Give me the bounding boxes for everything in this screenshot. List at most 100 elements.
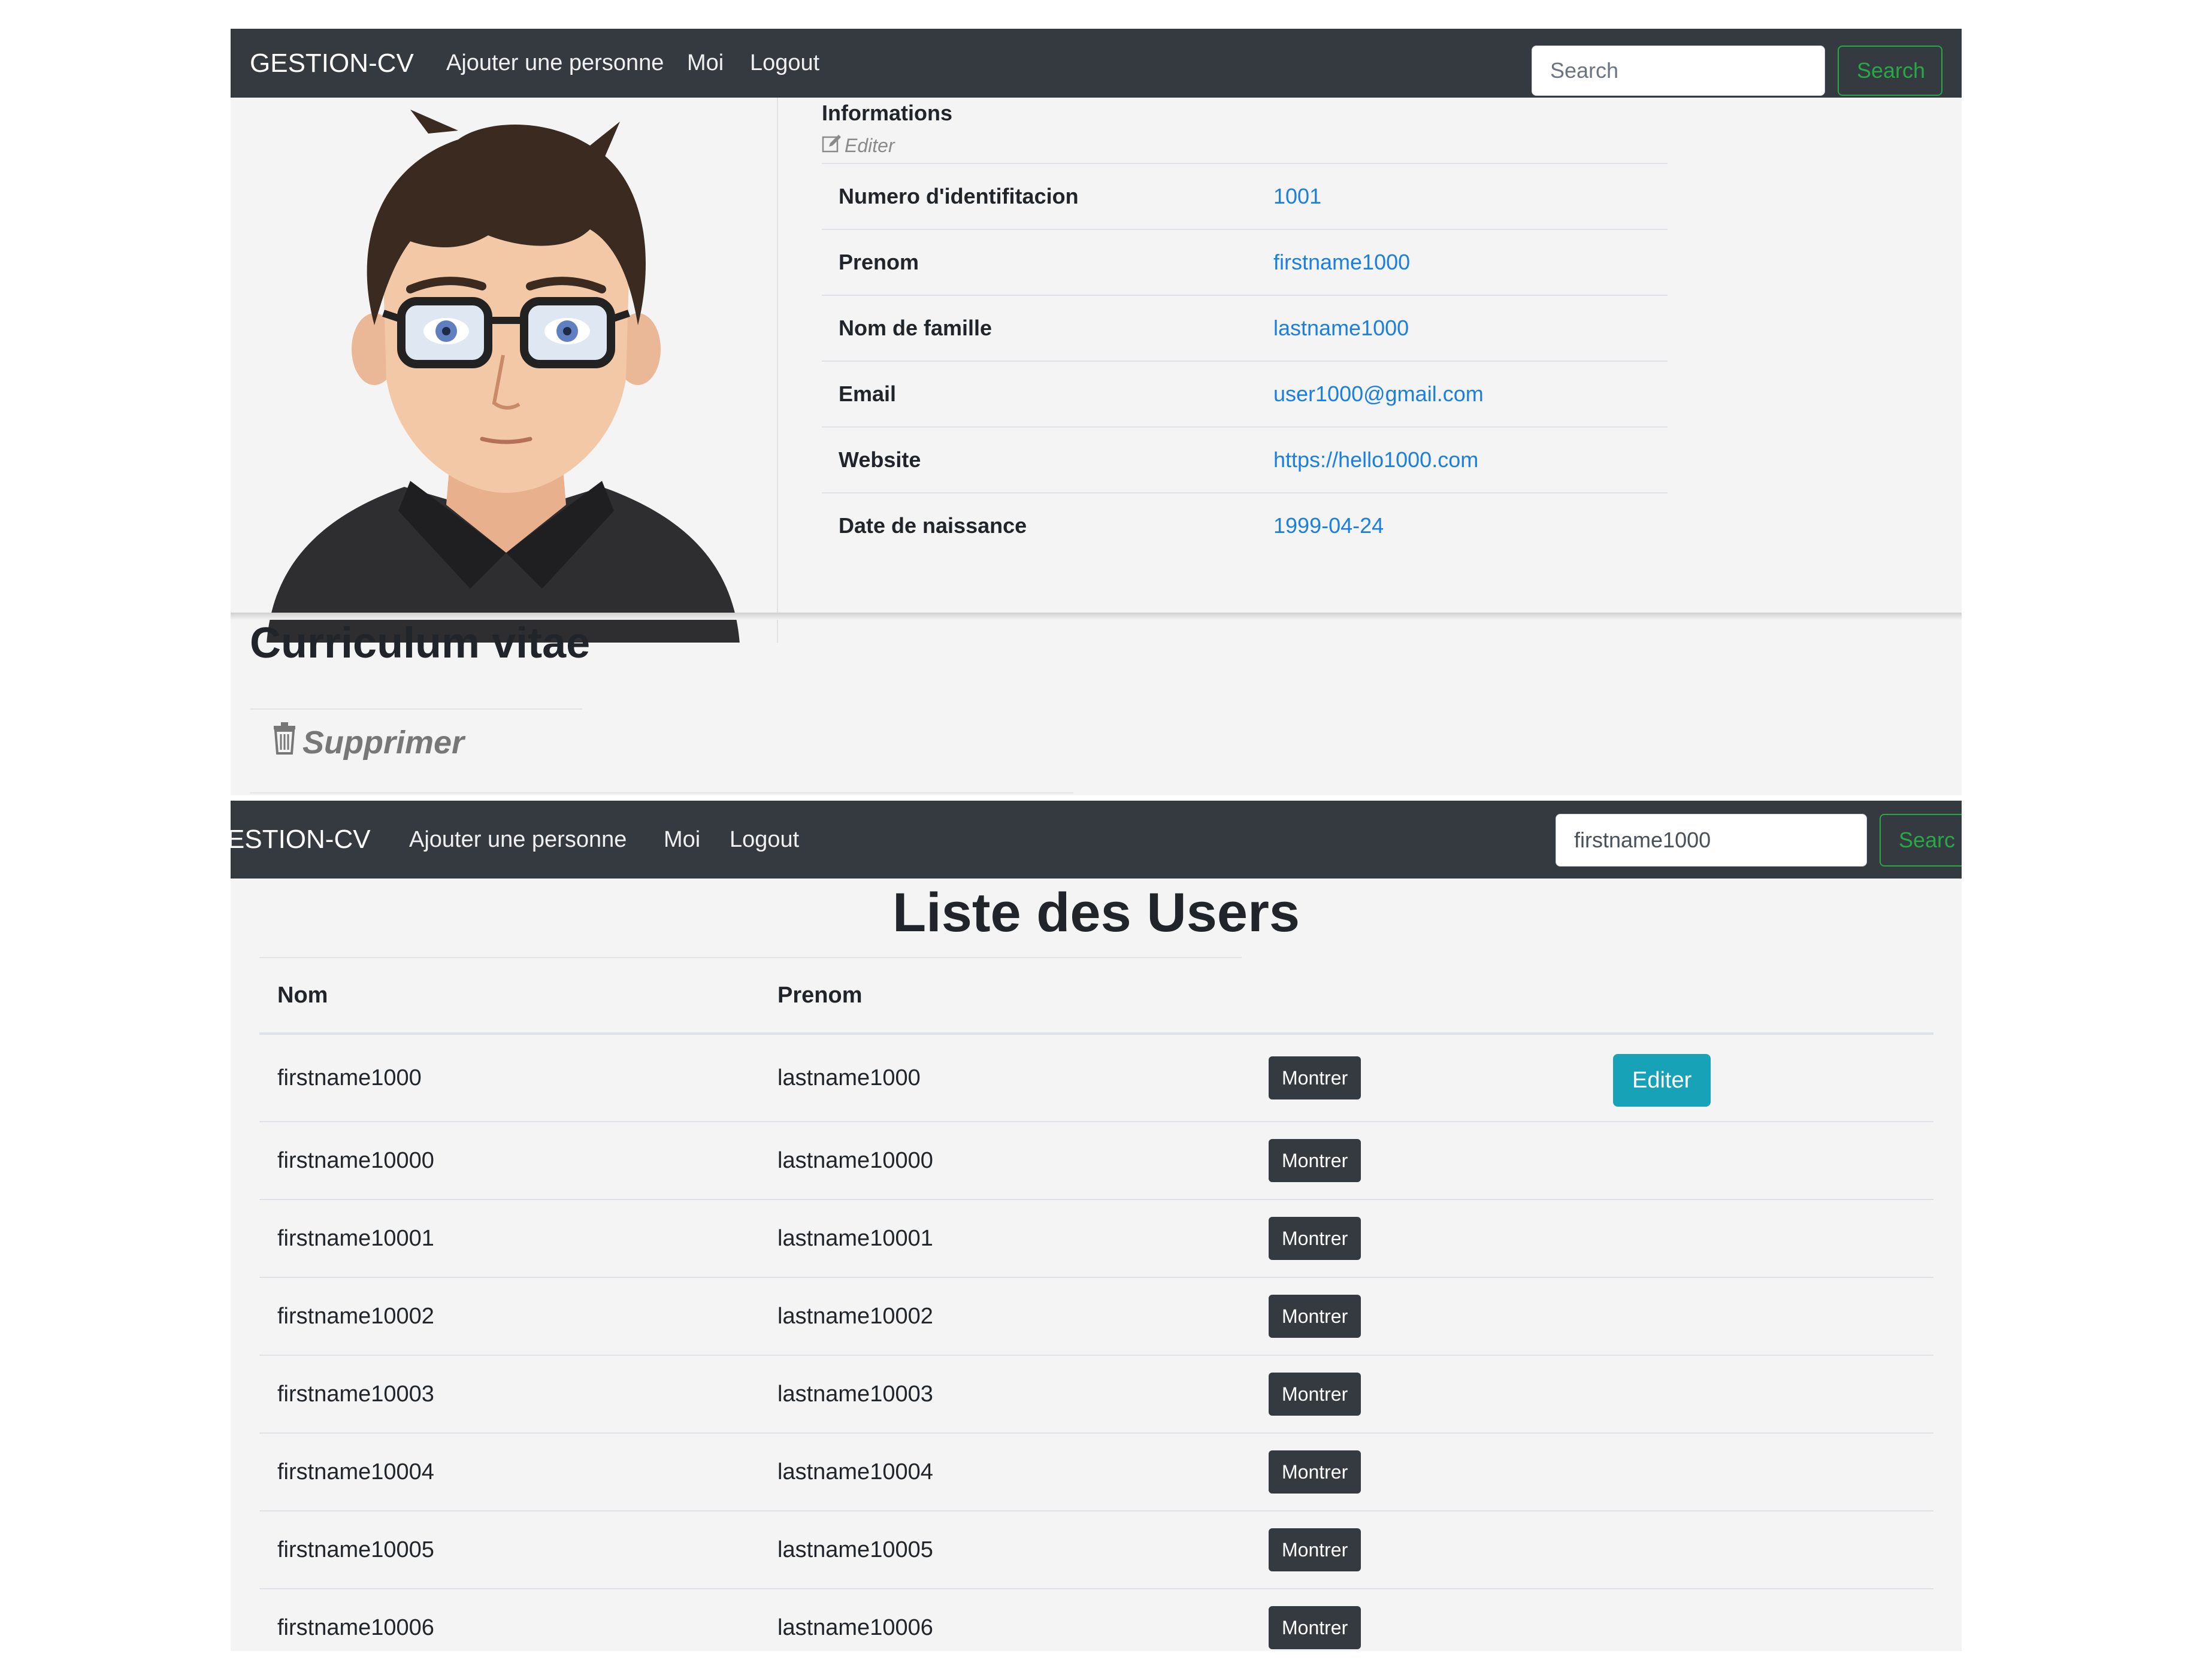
edit-icon [822,134,842,157]
search-button[interactable]: Search [1838,46,1942,96]
table-row: firstname10005 lastname10005 Montrer [259,1511,1933,1589]
info-value[interactable]: lastname1000 [1273,295,1668,361]
info-row: Prenom firstname1000 [822,229,1668,295]
show-button[interactable]: Montrer [1269,1528,1361,1571]
table-row: firstname10001 lastname10001 Montrer [259,1199,1933,1278]
show-button[interactable]: Montrer [1269,1373,1361,1416]
table-row: firstname10003 lastname10003 Montrer [259,1355,1933,1434]
vertical-divider [777,98,778,643]
table-header-row: Nom Prenom [259,958,1933,1035]
table-row: firstname10002 lastname10002 Montrer [259,1277,1933,1356]
cv-title: Curriculum vitae [250,619,591,667]
cell-actions: Montrer [1251,1034,1595,1122]
cell-actions: Editer [1595,1034,1933,1122]
cell-prenom: lastname10001 [759,1199,1251,1278]
cell-prenom: lastname1000 [759,1034,1251,1122]
info-label: Email [822,361,1273,427]
cell-actions: Montrer [1251,1277,1595,1356]
nav-link-moi[interactable]: Moi [687,29,724,98]
info-row: Nom de famille lastname1000 [822,295,1668,361]
table-row: firstname10006 lastname10006 Montrer [259,1589,1933,1651]
info-value[interactable]: https://hello1000.com [1273,426,1668,493]
nav-link-moi[interactable]: Moi [664,801,700,879]
cell-prenom: lastname10005 [759,1511,1251,1589]
divider [250,708,582,710]
cell-actions: Montrer [1251,1433,1595,1511]
column-header-empty [1595,958,1933,1035]
cell-nom: firstname10006 [259,1589,759,1651]
search-button[interactable]: Searc [1880,814,1962,867]
cell-nom: firstname10002 [259,1277,759,1356]
divider [250,792,1073,793]
table-row: firstname10004 lastname10004 Montrer [259,1433,1933,1511]
info-title: Informations [822,101,953,125]
nav-link-logout[interactable]: Logout [730,801,799,879]
cell-prenom: lastname10004 [759,1433,1251,1511]
info-label: Website [822,426,1273,493]
cell-prenom: lastname10000 [759,1122,1251,1200]
table-row: firstname10000 lastname10000 Montrer [259,1122,1933,1200]
nav-link-logout[interactable]: Logout [750,29,819,98]
info-value[interactable]: user1000@gmail.com [1273,361,1668,427]
cell-empty [1595,1433,1933,1511]
info-value[interactable]: firstname1000 [1273,229,1668,295]
cell-actions: Montrer [1251,1355,1595,1434]
info-row: Date de naissance 1999-04-24 [822,492,1668,558]
show-button[interactable]: Montrer [1269,1450,1361,1494]
cell-nom: firstname10004 [259,1433,759,1511]
cell-empty [1595,1199,1933,1278]
show-button[interactable]: Montrer [1269,1139,1361,1182]
brand-link[interactable]: ESTION-CV [231,801,371,879]
cell-actions: Montrer [1251,1589,1595,1651]
cell-empty [1595,1122,1933,1200]
info-label: Prenom [822,229,1273,295]
navbar: ESTION-CV Ajouter une personne Moi Logou… [231,801,1962,879]
cell-empty [1595,1589,1933,1651]
info-label: Nom de famille [822,295,1273,361]
cell-actions: Montrer [1251,1122,1595,1200]
info-row: Email user1000@gmail.com [822,361,1668,427]
cell-nom: firstname10000 [259,1122,759,1200]
edit-link[interactable]: Editer [822,134,895,157]
delete-link[interactable]: Supprimer [270,722,464,762]
cell-nom: firstname10005 [259,1511,759,1589]
cell-nom: firstname10003 [259,1355,759,1434]
info-value[interactable]: 1999-04-24 [1273,492,1668,558]
cell-empty [1595,1511,1933,1589]
users-table: Nom Prenom firstname1000 lastname1000 Mo… [259,958,1933,1651]
brand-link[interactable]: GESTION-CV [250,29,414,98]
show-button[interactable]: Montrer [1269,1606,1361,1649]
info-row: Website https://hello1000.com [822,426,1668,493]
page-title: Liste des Users [892,882,1300,943]
show-button[interactable]: Montrer [1269,1217,1361,1260]
cell-prenom: lastname10002 [759,1277,1251,1356]
info-value[interactable]: 1001 [1273,163,1668,229]
search-input[interactable] [1532,46,1825,96]
edit-label: Editer [845,134,895,156]
trash-icon [270,722,299,762]
cell-prenom: lastname10003 [759,1355,1251,1434]
show-button[interactable]: Montrer [1269,1295,1361,1338]
avatar-image [267,110,740,643]
profile-page: GESTION-CV Ajouter une personne Moi Logo… [231,29,1962,795]
edit-button[interactable]: Editer [1613,1054,1711,1107]
info-row: Numero d'identifitacion 1001 [822,163,1668,229]
search-input[interactable] [1556,814,1867,867]
info-table: Numero d'identifitacion 1001 Prenom firs… [822,163,1668,558]
delete-label: Supprimer [302,724,465,761]
avatar [231,98,777,643]
column-header-nom: Nom [259,958,759,1035]
nav-link-ajouter[interactable]: Ajouter une personne [446,29,664,98]
info-label: Date de naissance [822,492,1273,558]
users-page: ESTION-CV Ajouter une personne Moi Logou… [231,801,1962,1651]
cell-empty [1595,1355,1933,1434]
cell-empty [1595,1277,1933,1356]
nav-link-ajouter[interactable]: Ajouter une personne [409,801,627,879]
column-header-empty [1251,958,1595,1035]
cell-nom: firstname10001 [259,1199,759,1278]
show-button[interactable]: Montrer [1269,1056,1361,1099]
cell-actions: Montrer [1251,1199,1595,1278]
info-label: Numero d'identifitacion [822,163,1273,229]
cell-prenom: lastname10006 [759,1589,1251,1651]
cell-actions: Montrer [1251,1511,1595,1589]
